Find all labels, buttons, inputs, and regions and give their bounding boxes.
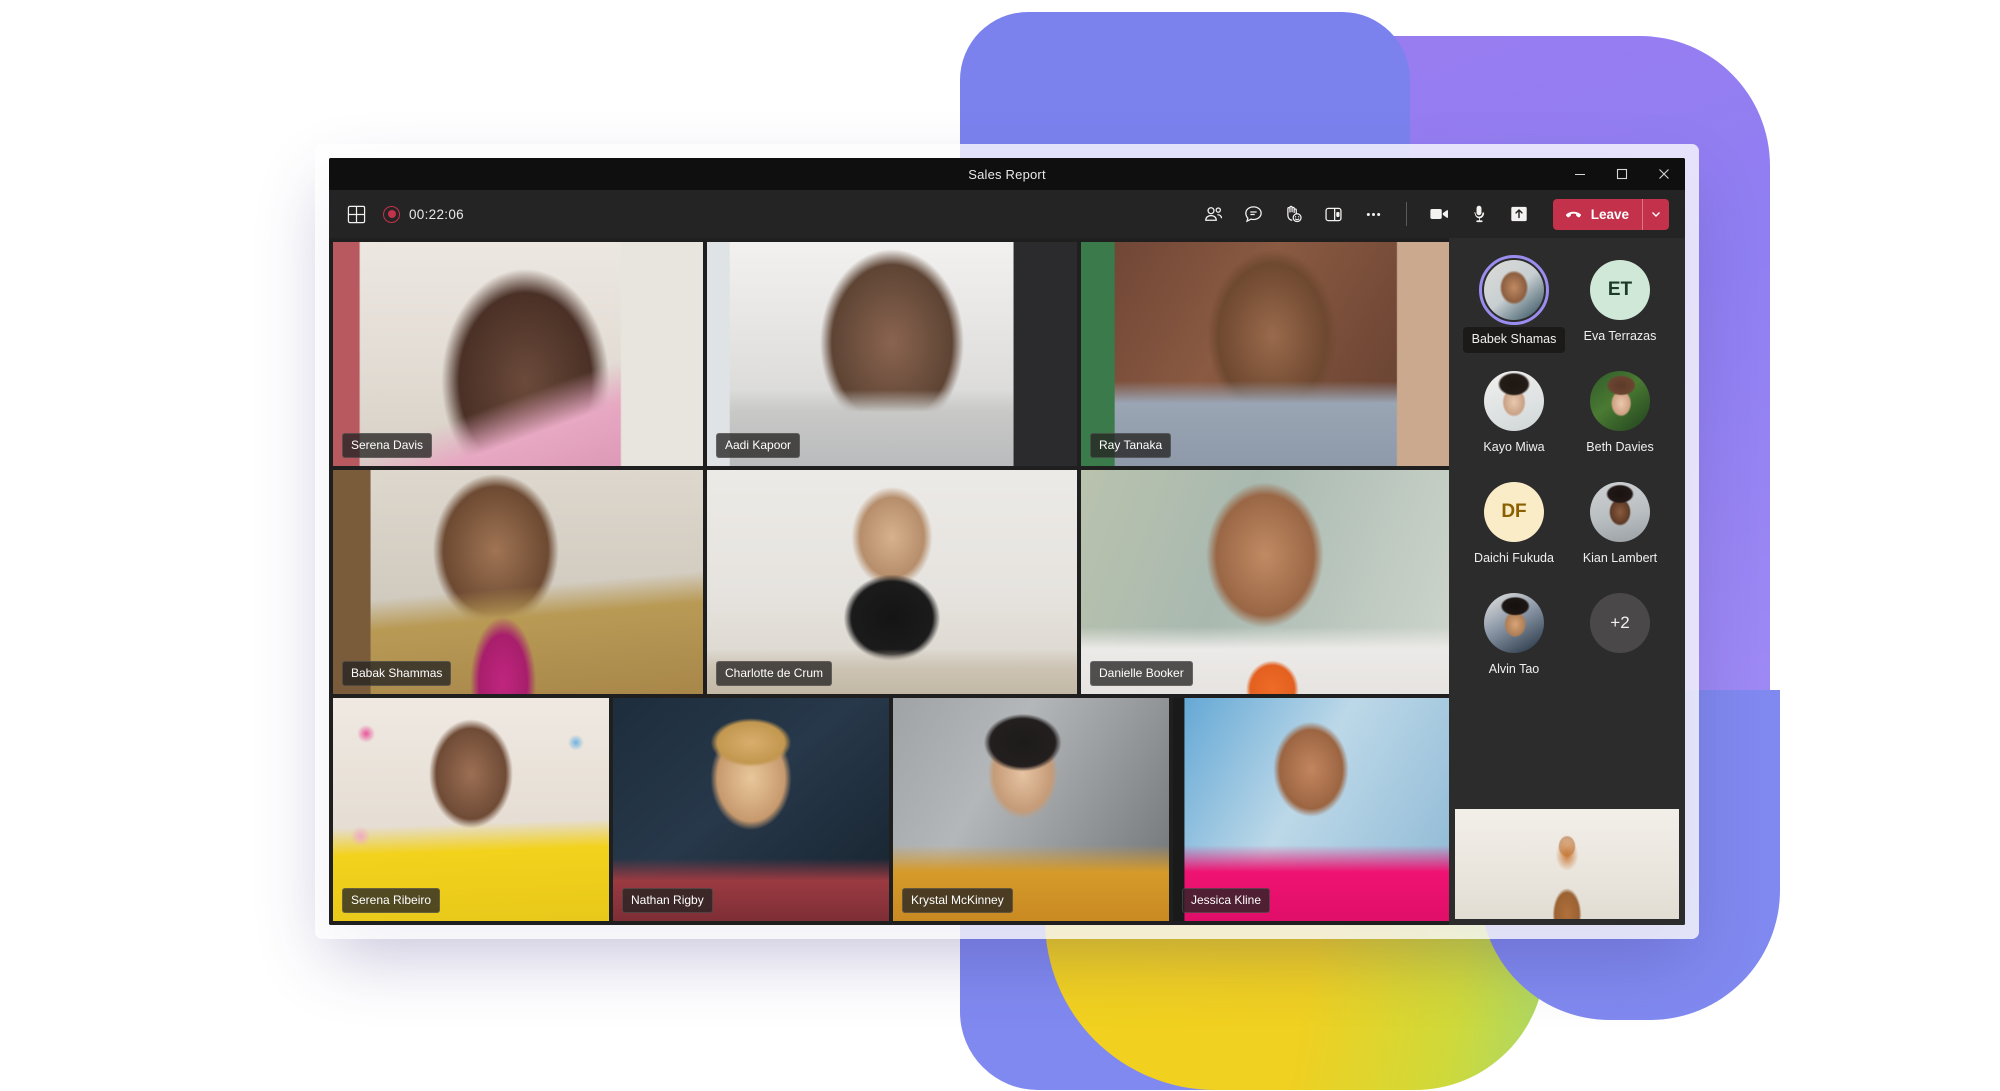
toolbar-right-group: Leave — [1196, 190, 1669, 238]
avatar-hair — [1590, 371, 1650, 431]
participant-name-label: Jessica Kline — [1182, 888, 1271, 913]
page-stage: Sales Report 00:22:06 Leave Serena Davis… — [0, 0, 2000, 1091]
avatar-initials: DF — [1484, 482, 1544, 542]
window-controls — [1559, 158, 1685, 190]
participant-name-label: Charlotte de Crum — [716, 661, 833, 686]
window-title: Sales Report — [968, 166, 1046, 182]
video-tile[interactable]: Ray Tanaka — [1081, 242, 1449, 466]
recording-indicator: 00:22:06 — [383, 205, 464, 223]
leave-button-label: Leave — [1590, 206, 1629, 222]
avatar-overflow-count: +2 — [1590, 593, 1650, 653]
avatar-wrap: DF — [1484, 482, 1544, 542]
roster-participant[interactable]: ET Eva Terrazas — [1567, 260, 1673, 367]
self-video-preview[interactable] — [1455, 809, 1679, 919]
teams-meeting-window: Sales Report 00:22:06 Leave Serena Davis… — [329, 158, 1685, 925]
participant-name-label: Babak Shammas — [342, 661, 452, 686]
grid-view-icon[interactable] — [343, 201, 369, 227]
video-row: Babak Shammas Charlotte de Crum Danielle… — [333, 470, 1449, 694]
avatar-wrap — [1484, 371, 1544, 431]
people-icon[interactable] — [1196, 197, 1232, 231]
participant-name-label: Ray Tanaka — [1090, 433, 1172, 458]
leave-button[interactable]: Leave — [1553, 199, 1642, 230]
video-tile[interactable]: Aadi Kapoor — [707, 242, 1077, 466]
avatar-wrap — [1590, 371, 1650, 431]
meeting-body: Serena Davis Aadi Kapoor Ray Tanaka Baba… — [329, 238, 1685, 925]
roster-participant[interactable]: DF Daichi Fukuda — [1461, 482, 1567, 589]
video-tile[interactable]: Krystal McKinney — [893, 698, 1169, 921]
avatar-hair — [1484, 371, 1544, 431]
avatar-wrap: ET — [1590, 260, 1650, 320]
hangup-icon — [1565, 211, 1581, 217]
self-video-detail — [1455, 809, 1679, 919]
participant-name-label: Danielle Booker — [1090, 661, 1193, 686]
record-icon — [383, 205, 400, 223]
avatar-wrap — [1484, 593, 1544, 653]
avatar-hair — [1484, 593, 1544, 653]
roster-participant-name: Beth Davies — [1586, 440, 1654, 454]
roster-participant[interactable]: Kayo Miwa — [1461, 371, 1567, 478]
reactions-icon[interactable] — [1276, 197, 1312, 231]
roster-participant[interactable]: Kian Lambert — [1567, 482, 1673, 589]
roster-overflow[interactable]: +2 — [1567, 593, 1673, 700]
roster-participant-name: Babek Shamas — [1462, 327, 1566, 353]
leave-button-group: Leave — [1552, 198, 1669, 230]
avatar-wrap — [1479, 255, 1549, 325]
avatar-wrap — [1590, 482, 1650, 542]
video-tile[interactable]: Danielle Booker — [1081, 470, 1449, 694]
video-tile[interactable]: Babak Shammas — [333, 470, 703, 694]
roster-panel: Babek Shamas ET Eva Terrazas Kayo Miwa B… — [1449, 238, 1685, 925]
roster-participant[interactable]: Babek Shamas — [1461, 255, 1567, 367]
participant-name-label: Krystal McKinney — [902, 888, 1013, 913]
meeting-toolbar: 00:22:06 Leave — [329, 190, 1685, 238]
video-tile[interactable]: Nathan Rigby — [613, 698, 889, 921]
avatar-wrap: +2 — [1590, 593, 1650, 653]
avatar-initials: ET — [1590, 260, 1650, 320]
video-row: Serena Davis Aadi Kapoor Ray Tanaka — [333, 242, 1449, 466]
maximize-icon[interactable] — [1601, 158, 1643, 190]
share-icon[interactable] — [1501, 197, 1537, 231]
camera-icon[interactable] — [1421, 197, 1457, 231]
roster-participant-name: Alvin Tao — [1488, 662, 1540, 676]
minimize-icon[interactable] — [1559, 158, 1601, 190]
participant-name-label: Aadi Kapoor — [716, 433, 801, 458]
title-bar: Sales Report — [329, 158, 1685, 190]
roster-participant-name: Eva Terrazas — [1583, 329, 1657, 343]
microphone-icon[interactable] — [1461, 197, 1497, 231]
roster-participant-name: Kayo Miwa — [1483, 440, 1545, 454]
participant-name-label: Nathan Rigby — [622, 888, 713, 913]
participant-name-label: Serena Davis — [342, 433, 433, 458]
chat-icon[interactable] — [1236, 197, 1272, 231]
participant-name-label: Serena Ribeiro — [342, 888, 441, 913]
roster-participant[interactable]: Beth Davies — [1567, 371, 1673, 478]
video-tile[interactable]: Serena Davis — [333, 242, 703, 466]
chevron-down-icon[interactable] — [1643, 199, 1669, 230]
toolbar-left-group: 00:22:06 — [343, 201, 464, 227]
speaking-indicator-ring — [1479, 255, 1549, 325]
avatar-hair — [1590, 482, 1650, 542]
roster-participant-name: Kian Lambert — [1582, 551, 1658, 565]
video-tile[interactable]: Charlotte de Crum — [707, 470, 1077, 694]
roster-participant[interactable]: Alvin Tao — [1461, 593, 1567, 700]
video-tile[interactable]: Jessica Kline — [1173, 698, 1449, 921]
video-grid: Serena Davis Aadi Kapoor Ray Tanaka Baba… — [329, 238, 1449, 925]
video-row: Serena Ribeiro Nathan Rigby Krystal McKi… — [333, 698, 1449, 921]
rooms-icon[interactable] — [1316, 197, 1352, 231]
elapsed-time: 00:22:06 — [409, 206, 464, 222]
toolbar-divider — [1405, 202, 1407, 226]
video-tile[interactable]: Serena Ribeiro — [333, 698, 609, 921]
close-icon[interactable] — [1643, 158, 1685, 190]
roster-grid: Babek Shamas ET Eva Terrazas Kayo Miwa B… — [1449, 238, 1685, 803]
more-icon[interactable] — [1356, 197, 1392, 231]
roster-participant-name: Daichi Fukuda — [1474, 551, 1554, 565]
